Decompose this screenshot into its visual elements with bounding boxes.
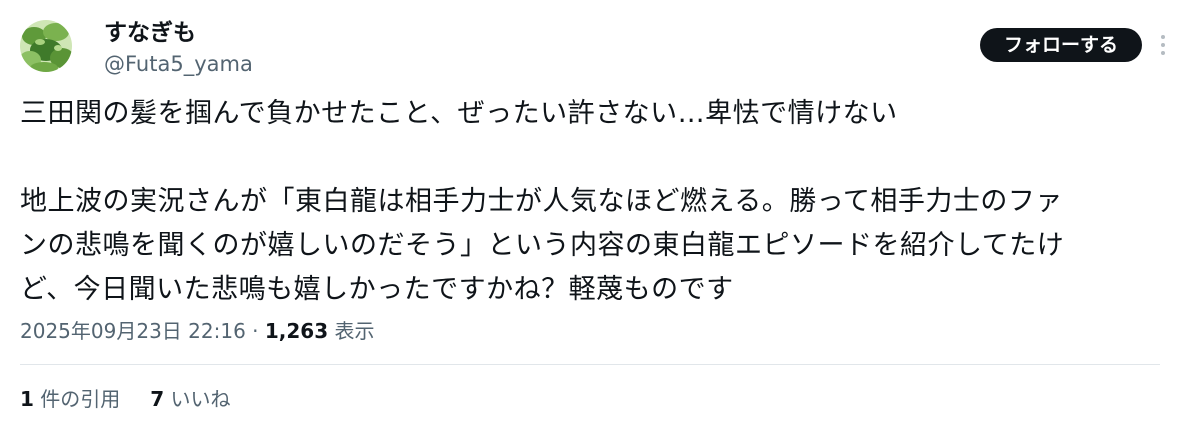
engagement-stats: 1 件の引用 7 いいね [20, 384, 231, 414]
divider [20, 364, 1160, 365]
view-label: 表示 [328, 319, 375, 343]
follow-button[interactable]: フォローする [980, 28, 1142, 62]
quotes-count: 1 [20, 387, 34, 411]
tweet-text: 三田関の髪を掴んで負かせたこと、ぜったい許さない…卑怯で情けない 地上波の実況さ… [20, 92, 1180, 312]
avatar-leaf-photo [20, 20, 72, 72]
tweet-line: 三田関の髪を掴んで負かせたこと、ぜったい許さない…卑怯で情けない [20, 98, 898, 129]
likes-count: 7 [150, 387, 165, 411]
tweet-line: ど、今日聞いた悲鳴も嬉しかったですかね？軽蔑ものです [20, 274, 734, 305]
timestamp[interactable]: 2025年09月23日 22:16 [20, 319, 246, 343]
user-handle[interactable]: @Futa5_yama [104, 50, 253, 78]
display-name[interactable]: すなぎも [104, 18, 196, 48]
tweet-line: 地上波の実況さんが「東白龍は相手力士が人気なほど燃える。勝って相手力士のファ [20, 186, 1063, 217]
tweet-blank-line [20, 136, 1180, 180]
meta-separator: · [245, 319, 265, 343]
view-count: 1,263 [264, 319, 329, 343]
avatar[interactable] [20, 20, 72, 72]
likes-stat[interactable]: 7 いいね [150, 384, 230, 414]
tweet-meta: 2025年09月23日 22:16 · 1,263 表示 [20, 316, 375, 346]
quotes-label: 件の引用 [33, 387, 121, 411]
tweet-line: ンの悲鳴を聞くのが嬉しいのだそう」という内容の東白龍エピソードを紹介してたけ [20, 230, 1065, 261]
likes-label: いいね [164, 387, 231, 411]
quotes-stat[interactable]: 1 件の引用 [20, 384, 120, 414]
more-vertical-icon[interactable] [1156, 34, 1170, 56]
